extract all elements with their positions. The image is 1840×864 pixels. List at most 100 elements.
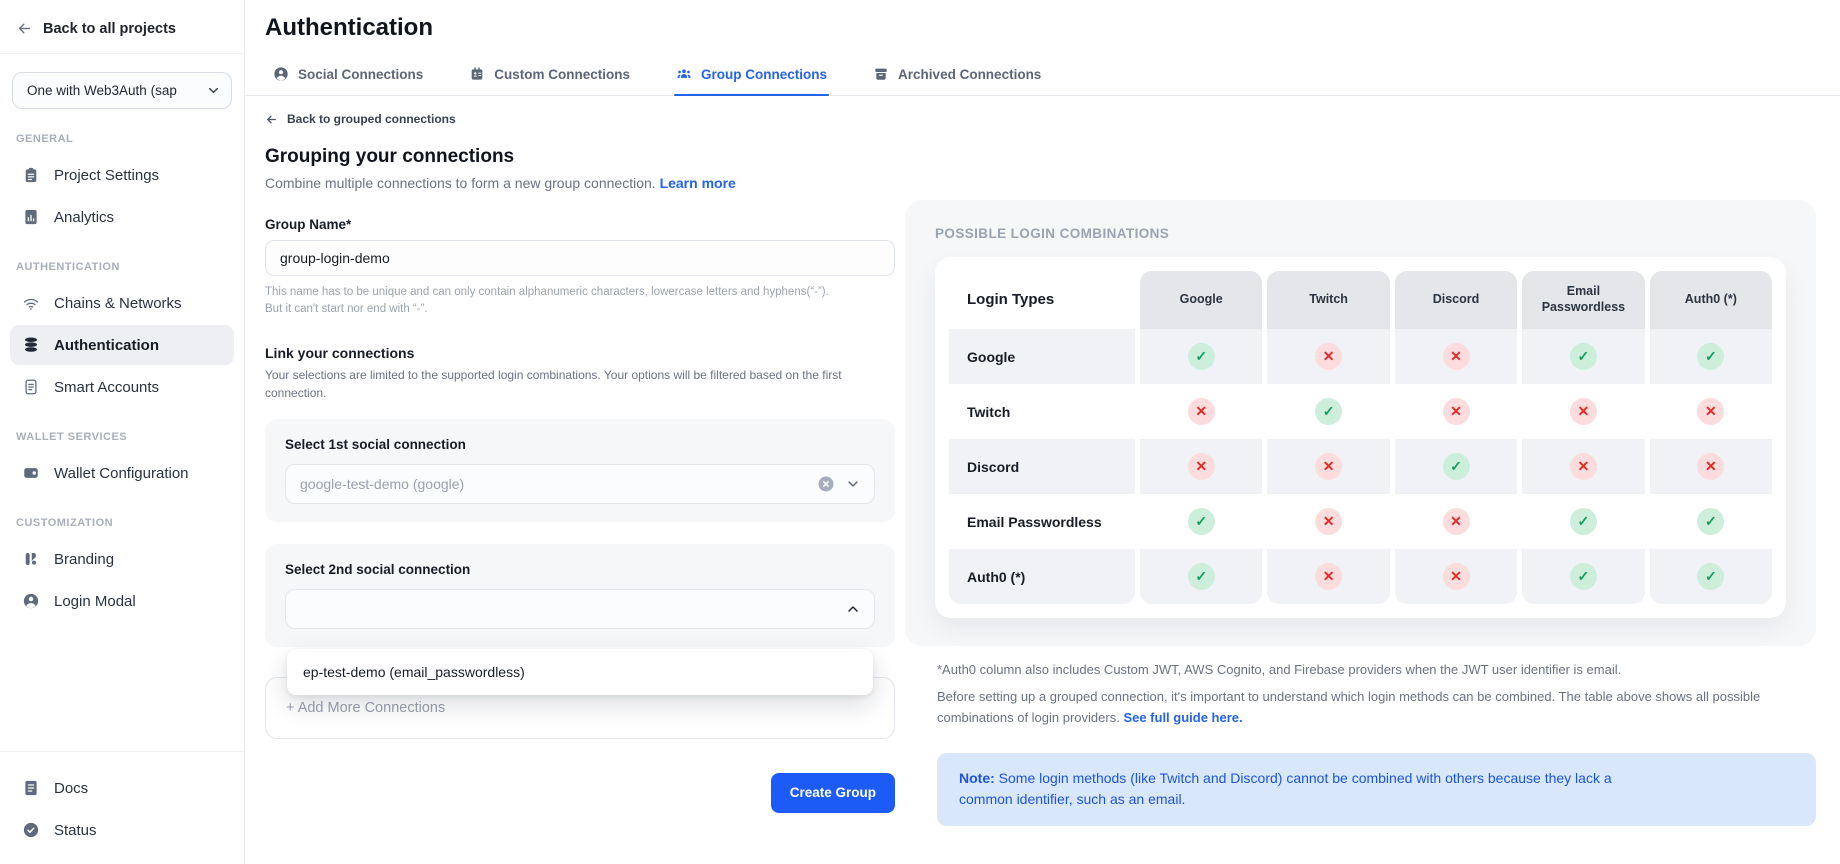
- sidebar-item-branding[interactable]: Branding: [10, 539, 234, 579]
- combo-cell: ✓: [1140, 549, 1262, 604]
- link-connections-helper: Your selections are limited to the suppo…: [265, 366, 883, 403]
- badge-icon: [469, 66, 485, 82]
- select1-value: google-test-demo (google): [300, 476, 817, 492]
- back-link-label: Back to grouped connections: [287, 112, 456, 126]
- sidebar-item-docs[interactable]: Docs: [10, 768, 234, 808]
- combo-cell: ✕: [1267, 549, 1389, 604]
- check-icon: ✓: [1315, 398, 1342, 425]
- chevron-down-icon: [206, 83, 221, 98]
- row-label: Email Passwordless: [949, 494, 1135, 549]
- combo-cell: ✓: [1267, 384, 1389, 439]
- dropdown-option-ep-test-demo[interactable]: ep-test-demo (email_passwordless): [287, 649, 873, 695]
- combo-cell: ✕: [1267, 439, 1389, 494]
- combo-cell: ✓: [1140, 494, 1262, 549]
- section-label-authentication: AUTHENTICATION: [16, 261, 228, 273]
- select2-dropdown[interactable]: [285, 589, 875, 629]
- learn-more-link[interactable]: Learn more: [660, 175, 736, 191]
- sidebar: Back to all projects One with Web3Auth (…: [0, 0, 245, 864]
- group-icon: [676, 66, 692, 82]
- analytics-icon: [22, 208, 40, 226]
- row-label: Discord: [949, 439, 1135, 494]
- project-selector-value: One with Web3Auth (sap: [27, 83, 206, 98]
- combo-cell: ✕: [1395, 384, 1517, 439]
- sidebar-item-smart-accounts[interactable]: Smart Accounts: [10, 367, 234, 407]
- tab-social-connections[interactable]: Social Connections: [273, 66, 423, 95]
- x-icon: ✕: [1188, 453, 1215, 480]
- combinations-table: Login TypesGoogleTwitchDiscordEmail Pass…: [949, 271, 1772, 604]
- check-icon: ✓: [1570, 343, 1597, 370]
- full-guide-link[interactable]: See full guide here.: [1123, 710, 1242, 725]
- auth0-footnote: *Auth0 column also includes Custom JWT, …: [937, 662, 1816, 677]
- check-icon: ✓: [1697, 343, 1724, 370]
- sidebar-item-label: Authentication: [54, 337, 159, 354]
- tab-group-connections[interactable]: Group Connections: [676, 66, 827, 95]
- check-icon: ✓: [1188, 343, 1215, 370]
- select2-label: Select 2nd social connection: [285, 562, 875, 577]
- project-selector[interactable]: One with Web3Auth (sap: [12, 72, 232, 109]
- clipboard-icon: [22, 166, 40, 184]
- check-icon: ✓: [1570, 563, 1597, 590]
- combinations-panel: POSSIBLE LOGIN COMBINATIONS Login TypesG…: [905, 200, 1816, 646]
- provider-column: Google ✓ ✕ ✕ ✓ ✓: [1140, 271, 1262, 604]
- column-header: Google: [1140, 271, 1262, 329]
- column-header: Auth0 (*): [1650, 271, 1772, 329]
- form-heading: Grouping your connections: [265, 146, 895, 168]
- note-box: Note: Some login methods (like Twitch an…: [937, 753, 1816, 826]
- row-label: Twitch: [949, 384, 1135, 439]
- group-name-label: Group Name*: [265, 217, 895, 232]
- provider-column: Email Passwordless✓✕✕✓✓: [1522, 271, 1644, 604]
- tab-bar: Social Connections Custom Connections Gr…: [245, 66, 1840, 96]
- combo-cell: ✕: [1395, 494, 1517, 549]
- x-icon: ✕: [1315, 563, 1342, 590]
- form-subheading: Combine multiple connections to form a n…: [265, 175, 895, 191]
- tab-custom-connections[interactable]: Custom Connections: [469, 66, 630, 95]
- main-content: Authentication Social Connections Custom…: [245, 0, 1840, 864]
- combo-cell: ✕: [1650, 384, 1772, 439]
- combo-cell: ✕: [1522, 439, 1644, 494]
- x-icon: ✕: [1443, 508, 1470, 535]
- brush-icon: [22, 550, 40, 568]
- row-label: Auth0 (*): [949, 549, 1135, 604]
- select1-dropdown[interactable]: google-test-demo (google): [285, 464, 875, 504]
- check-icon: ✓: [1570, 508, 1597, 535]
- column-header: Discord: [1395, 271, 1517, 329]
- x-icon: ✕: [1315, 453, 1342, 480]
- group-name-input[interactable]: [265, 240, 895, 276]
- group-form: Back to grouped connections Grouping you…: [265, 100, 895, 813]
- sidebar-item-login-modal[interactable]: Login Modal: [10, 581, 234, 621]
- arrow-left-icon: [265, 113, 278, 126]
- combo-cell: ✕: [1140, 384, 1262, 439]
- column-header: Twitch: [1267, 271, 1389, 329]
- sidebar-item-status[interactable]: Status: [10, 810, 234, 850]
- back-to-projects-label: Back to all projects: [43, 21, 176, 37]
- guide-paragraph: Before setting up a grouped connection, …: [937, 687, 1775, 729]
- sidebar-item-label: Login Modal: [54, 593, 136, 610]
- back-to-grouped-connections-link[interactable]: Back to grouped connections: [265, 112, 895, 126]
- sidebar-item-chains-networks[interactable]: Chains & Networks: [10, 283, 234, 323]
- check-icon: ✓: [1697, 508, 1724, 535]
- sidebar-item-project-settings[interactable]: Project Settings: [10, 155, 234, 195]
- check-icon: ✓: [1697, 563, 1724, 590]
- combo-cell: ✓: [1522, 494, 1644, 549]
- combo-cell: ✓: [1650, 329, 1772, 384]
- table-corner-header: Login Types: [949, 271, 1135, 329]
- combo-cell: ✕: [1522, 384, 1644, 439]
- clear-icon[interactable]: [817, 475, 835, 493]
- tab-archived-connections[interactable]: Archived Connections: [873, 66, 1041, 95]
- create-group-button[interactable]: Create Group: [771, 773, 895, 813]
- check-icon: ✓: [1188, 563, 1215, 590]
- provider-column: Discord✕✕✓✕✕: [1395, 271, 1517, 604]
- section-label-wallet-services: WALLET SERVICES: [16, 431, 228, 443]
- divider: [0, 53, 244, 54]
- add-more-label: + Add More Connections: [286, 700, 445, 716]
- x-icon: ✕: [1443, 563, 1470, 590]
- x-icon: ✕: [1315, 343, 1342, 370]
- sidebar-item-wallet-configuration[interactable]: Wallet Configuration: [10, 453, 234, 493]
- sidebar-item-authentication[interactable]: Authentication: [10, 325, 234, 365]
- archive-icon: [873, 66, 889, 82]
- sidebar-item-analytics[interactable]: Analytics: [10, 197, 234, 237]
- combo-cell: ✓: [1522, 549, 1644, 604]
- x-icon: ✕: [1188, 398, 1215, 425]
- provider-column: Twitch✕✓✕✕✕: [1267, 271, 1389, 604]
- back-to-projects-link[interactable]: Back to all projects: [0, 0, 244, 53]
